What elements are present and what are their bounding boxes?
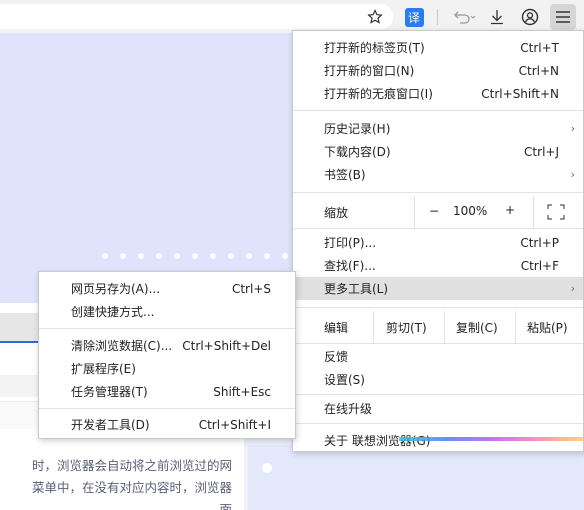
decorative-band — [248, 445, 584, 510]
paragraph-line: 面 — [219, 502, 232, 510]
submenu-item-clear-browsing-data[interactable]: 清除浏览数据(C)... Ctrl+Shift+Del — [39, 334, 295, 357]
menu-item-label: 网页另存为(A)... — [71, 282, 161, 296]
submenu-item-developer-tools[interactable]: 开发者工具(D) Ctrl+Shift+I — [39, 413, 295, 436]
menu-item-label: 下载内容(D) — [324, 145, 391, 159]
menu-divider — [39, 408, 295, 409]
edit-divider — [444, 311, 445, 343]
menu-item-label: 清除浏览数据(C)... — [71, 339, 173, 353]
translate-glyph: 译 — [404, 7, 424, 27]
zoom-label: 缩放 — [324, 206, 349, 220]
menu-item-shortcut: Shift+Esc — [213, 384, 271, 399]
menu-item-new-incognito-window[interactable]: 打开新的无痕窗口(I) Ctrl+Shift+N — [293, 82, 583, 105]
menu-item-shortcut: Ctrl+N — [518, 63, 559, 78]
undo-icon[interactable] — [449, 4, 479, 30]
menu-item-print[interactable]: 打印(P)... Ctrl+P — [293, 231, 583, 254]
copy-button[interactable]: 复制(C) — [456, 319, 498, 336]
menu-item-more-tools[interactable]: 更多工具(L) › — [293, 277, 583, 300]
star-icon[interactable] — [362, 4, 388, 30]
menu-divider — [293, 343, 583, 344]
menu-item-label: 扩展程序(E) — [71, 362, 136, 376]
menu-item-label: 任务管理器(T) — [71, 385, 148, 399]
menu-divider — [293, 394, 583, 395]
menu-item-label: 在线升级 — [324, 402, 373, 416]
menu-item-shortcut: Ctrl+T — [520, 40, 559, 55]
menu-item-bookmarks[interactable]: 书签(B) › — [293, 163, 583, 186]
edit-divider — [373, 311, 374, 343]
zoom-in-button[interactable]: + — [505, 203, 515, 217]
menu-divider — [293, 192, 583, 193]
menu-divider — [293, 423, 583, 424]
translate-icon[interactable]: 译 — [401, 4, 427, 30]
paragraph-line: 时，浏览器会自动将之前浏览过的网 — [31, 458, 232, 473]
gradient-decoration — [399, 437, 583, 441]
menu-item-shortcut: Ctrl+Shift+Del — [182, 338, 271, 353]
menu-item-label: 打开新的窗口(N) — [324, 64, 415, 78]
download-icon[interactable] — [484, 4, 510, 30]
menu-divider — [293, 307, 583, 308]
menu-divider — [293, 110, 583, 111]
account-icon[interactable] — [517, 4, 543, 30]
zoom-divider — [533, 196, 534, 228]
menu-item-label: 开发者工具(D) — [71, 418, 150, 432]
zoom-level: 100% — [453, 204, 488, 218]
chevron-right-icon: › — [570, 168, 575, 181]
chevron-right-icon: › — [570, 282, 575, 295]
menu-item-shortcut: Ctrl+F — [520, 258, 559, 273]
menu-item-label: 打印(P)... — [324, 236, 377, 250]
paragraph-line: 菜单中，在没有对应内容时，浏览器 — [31, 480, 232, 495]
menu-item-label: 打开新的无痕窗口(I) — [324, 87, 433, 101]
submenu-item-task-manager[interactable]: 任务管理器(T) Shift+Esc — [39, 380, 295, 403]
menu-item-new-window[interactable]: 打开新的窗口(N) Ctrl+N — [293, 59, 583, 82]
fullscreen-icon[interactable] — [547, 204, 565, 223]
menu-item-shortcut: Ctrl+Shift+N — [481, 86, 559, 101]
menu-item-label: 反馈 — [324, 350, 349, 364]
menu-item-settings[interactable]: 设置(S) — [293, 368, 583, 391]
menu-item-online-upgrade[interactable]: 在线升级 — [293, 397, 583, 420]
menu-item-label: 书签(B) — [324, 168, 366, 182]
menu-item-shortcut: Ctrl+P — [520, 235, 559, 250]
edit-control: 编辑 剪切(T) 复制(C) 粘贴(P) — [293, 311, 583, 343]
menu-item-downloads[interactable]: 下载内容(D) Ctrl+J — [293, 140, 583, 163]
menu-item-label: 设置(S) — [324, 373, 365, 387]
menu-item-label: 更多工具(L) — [324, 282, 389, 296]
menu-divider — [293, 228, 583, 229]
menu-item-new-tab[interactable]: 打开新的标签页(T) Ctrl+T — [293, 36, 583, 59]
browser-toolbar: 译 — [0, 0, 584, 33]
menu-item-feedback[interactable]: 反馈 — [293, 345, 583, 368]
more-tools-submenu: 网页另存为(A)... Ctrl+S 创建快捷方式... 清除浏览数据(C)..… — [38, 271, 296, 439]
zoom-control: 缩放 − 100% + — [293, 196, 583, 228]
menu-item-shortcut: Ctrl+J — [524, 144, 559, 159]
submenu-item-extensions[interactable]: 扩展程序(E) — [39, 357, 295, 380]
menu-divider — [39, 328, 295, 329]
menu-item-label: 历史记录(H) — [324, 122, 391, 136]
menu-item-shortcut: Ctrl+Shift+I — [198, 417, 271, 432]
edit-label: 编辑 — [324, 321, 349, 335]
chevron-right-icon: › — [570, 122, 575, 135]
carousel-indicator[interactable] — [102, 253, 318, 259]
submenu-item-save-page[interactable]: 网页另存为(A)... Ctrl+S — [39, 277, 295, 300]
decorative-dot — [262, 463, 272, 473]
zoom-out-button[interactable]: − — [429, 204, 439, 218]
menu-item-label: 查找(F)... — [324, 259, 376, 273]
submenu-item-create-shortcut[interactable]: 创建快捷方式... — [39, 300, 295, 323]
menu-item-find[interactable]: 查找(F)... Ctrl+F — [293, 254, 583, 277]
zoom-divider — [414, 196, 415, 228]
cut-button[interactable]: 剪切(T) — [386, 319, 427, 336]
menu-item-label: 打开新的标签页(T) — [324, 41, 425, 55]
menu-item-label: 创建快捷方式... — [71, 305, 155, 319]
menu-item-shortcut: Ctrl+S — [231, 281, 271, 296]
browser-main-menu: 打开新的标签页(T) Ctrl+T 打开新的窗口(N) Ctrl+N 打开新的无… — [292, 30, 584, 452]
paste-button[interactable]: 粘贴(P) — [527, 319, 568, 336]
edit-divider — [515, 311, 516, 343]
toolbar-divider — [437, 9, 438, 25]
menu-item-history[interactable]: 历史记录(H) › — [293, 117, 583, 140]
article-paragraph: 时，浏览器会自动将之前浏览过的网 菜单中，在没有对应内容时，浏览器 面 — [0, 455, 244, 510]
menu-icon[interactable] — [550, 4, 576, 30]
address-bar[interactable] — [0, 4, 393, 29]
